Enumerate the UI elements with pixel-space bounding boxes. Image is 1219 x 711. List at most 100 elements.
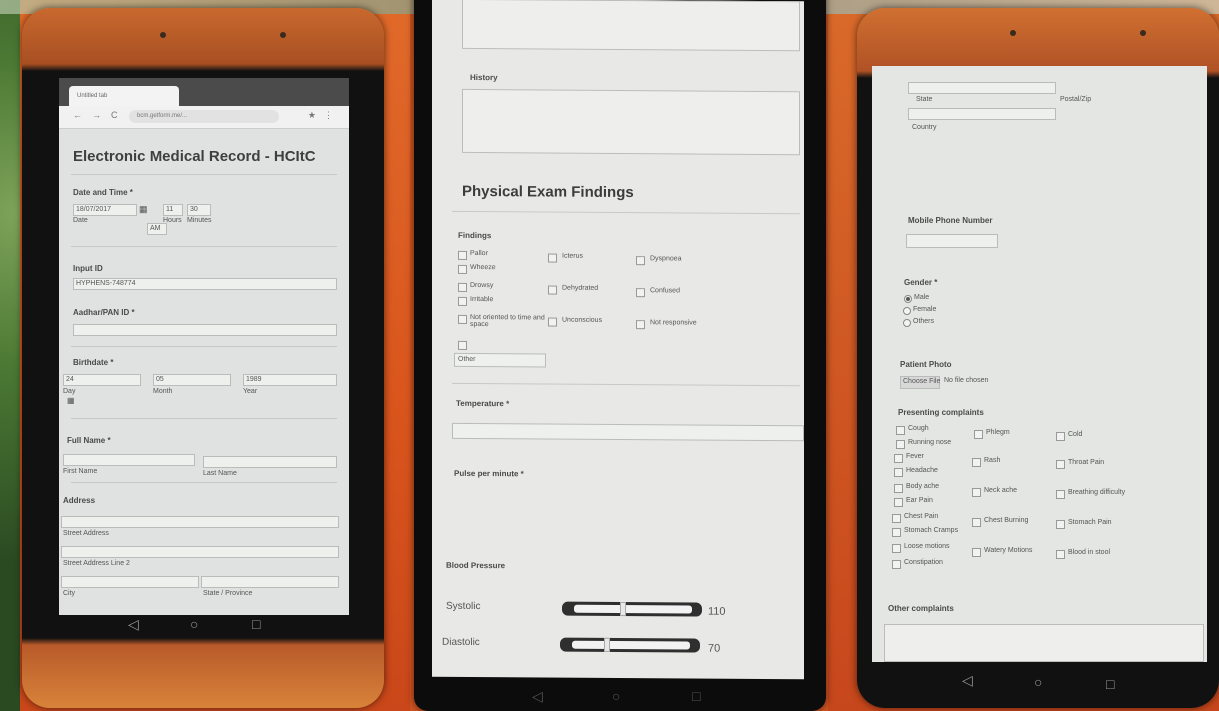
history-textarea[interactable] — [462, 88, 800, 156]
back-nav-icon[interactable]: ◁ — [128, 616, 139, 633]
aadhar-input[interactable] — [73, 324, 337, 336]
home-nav-icon[interactable]: ○ — [190, 616, 198, 632]
birth-year-field[interactable]: 1989 — [243, 374, 337, 386]
complaint-checkbox[interactable] — [896, 440, 905, 449]
notes-textarea[interactable] — [462, 0, 800, 52]
complaint-chest-pain: Chest Pain — [904, 513, 939, 520]
other-finding-input[interactable]: Other — [454, 352, 546, 368]
slider-knob[interactable] — [620, 602, 626, 617]
calendar-icon[interactable]: ▦ — [67, 396, 75, 405]
input-id-field[interactable]: HYPHENS-748774 — [73, 278, 337, 290]
complaint-checkbox[interactable] — [1056, 490, 1065, 499]
home-nav-icon[interactable]: ○ — [612, 688, 620, 704]
findings-checkbox[interactable] — [458, 340, 467, 350]
back-nav-icon[interactable]: ◁ — [532, 688, 543, 705]
complaint-checkbox[interactable] — [894, 468, 903, 477]
complaint-stomach-pain: Stomach Pain — [1068, 519, 1112, 526]
findings-checkbox[interactable] — [636, 256, 645, 266]
findings-checkbox[interactable] — [548, 285, 557, 295]
complaint-neck-ache: Neck ache — [984, 487, 1018, 494]
back-nav-icon[interactable]: ◁ — [962, 672, 973, 689]
complaint-checkbox[interactable] — [1056, 432, 1065, 441]
complaint-checkbox[interactable] — [972, 458, 981, 467]
divider — [452, 382, 800, 387]
complaint-checkbox[interactable] — [892, 560, 901, 569]
url-input[interactable]: bcm.getform.me/... — [129, 110, 279, 123]
findings-checkbox[interactable] — [458, 296, 467, 306]
systolic-slider[interactable] — [562, 601, 702, 617]
complaint-checkbox[interactable] — [892, 544, 901, 553]
last-name-input[interactable] — [203, 456, 337, 468]
country-select[interactable] — [908, 108, 1056, 120]
complaint-checkbox[interactable] — [892, 528, 901, 537]
complaints-label: Presenting complaints — [898, 408, 984, 417]
complaint-checkbox[interactable] — [1056, 460, 1065, 469]
findings-checkbox[interactable] — [548, 317, 557, 327]
sensor-icon — [280, 32, 286, 38]
birth-month-field[interactable]: 05 — [153, 374, 231, 386]
blood-pressure-label: Blood Pressure — [446, 560, 506, 571]
choose-file-button[interactable]: Choose File — [900, 376, 940, 389]
diastolic-slider[interactable] — [560, 637, 700, 653]
date-input[interactable]: 18/07/2017 — [73, 204, 137, 216]
complaint-checkbox[interactable] — [894, 498, 903, 507]
calendar-icon[interactable]: ▦ — [139, 204, 148, 215]
complaint-checkbox[interactable] — [972, 488, 981, 497]
complaint-checkbox[interactable] — [1056, 550, 1065, 559]
complaint-watery-motions: Watery Motions — [984, 547, 1033, 554]
history-label: History — [470, 72, 498, 83]
gender-radio[interactable] — [904, 295, 912, 303]
complaint-stomach-cramps: Stomach Cramps — [904, 527, 959, 534]
complaint-checkbox[interactable] — [1056, 520, 1065, 529]
findings-checkbox[interactable] — [458, 250, 467, 260]
complaint-checkbox[interactable] — [972, 518, 981, 527]
street-input[interactable] — [61, 516, 339, 528]
first-name-input[interactable] — [63, 454, 195, 466]
complaint-checkbox[interactable] — [972, 548, 981, 557]
diastolic-label: Diastolic — [442, 636, 480, 649]
divider — [71, 174, 337, 175]
birth-day-field[interactable]: 24 — [63, 374, 141, 386]
complaint-checkbox[interactable] — [894, 454, 903, 463]
temperature-input[interactable] — [452, 422, 804, 442]
address-label: Address — [63, 496, 96, 505]
hours-select[interactable]: 11 — [163, 204, 183, 216]
date-sublabel: Date — [73, 217, 88, 224]
fullname-label: Full Name * — [67, 436, 111, 445]
state-input[interactable] — [908, 82, 1056, 94]
complaint-checkbox[interactable] — [974, 430, 983, 439]
gender-radio[interactable] — [903, 307, 911, 315]
complaint-checkbox[interactable] — [892, 514, 901, 523]
browser-nav-icons[interactable]: ←→C — [73, 110, 128, 120]
findings-checkbox[interactable] — [636, 320, 645, 330]
findings-checkbox[interactable] — [636, 288, 645, 298]
ampm-select[interactable]: AM — [147, 223, 167, 235]
recents-nav-icon[interactable]: □ — [252, 616, 260, 632]
finding-not-oriented: Not oriented to time and space — [470, 313, 545, 329]
findings-checkbox[interactable] — [548, 253, 557, 263]
home-nav-icon[interactable]: ○ — [1034, 674, 1042, 690]
minutes-select[interactable]: 30 — [187, 204, 211, 216]
screen-right: State Postal/Zip Country Mobile Phone Nu… — [872, 66, 1207, 662]
complaint-checkbox[interactable] — [896, 426, 905, 435]
minutes-sublabel: Minutes — [187, 217, 212, 224]
recents-nav-icon[interactable]: □ — [1106, 676, 1114, 692]
slider-knob[interactable] — [604, 637, 610, 652]
complaint-running-nose: Running nose — [908, 439, 952, 446]
mobile-input[interactable] — [906, 234, 998, 248]
findings-checkbox[interactable] — [458, 314, 467, 324]
street2-input[interactable] — [61, 546, 339, 558]
complaint-throat-pain: Throat Pain — [1068, 459, 1105, 466]
findings-checkbox[interactable] — [458, 282, 467, 292]
camera-icon — [1010, 30, 1016, 36]
city-input[interactable] — [61, 576, 199, 588]
state-input[interactable] — [201, 576, 339, 588]
other-complaints-textarea[interactable] — [884, 624, 1204, 662]
findings-checkbox[interactable] — [458, 264, 467, 274]
recents-nav-icon[interactable]: □ — [692, 688, 700, 704]
gender-radio[interactable] — [903, 319, 911, 327]
browser-tab[interactable]: Untitled tab — [69, 86, 179, 106]
complaint-checkbox[interactable] — [894, 484, 903, 493]
temperature-label: Temperature * — [456, 398, 510, 409]
browser-menu-icons[interactable]: ★⋮ — [308, 110, 341, 121]
